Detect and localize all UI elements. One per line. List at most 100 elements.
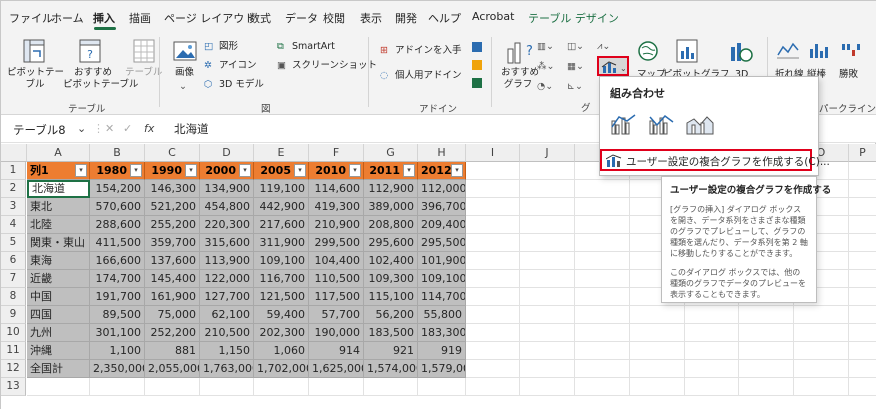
empty-cell[interactable] <box>466 252 520 270</box>
sparkline-winloss-label[interactable]: 勝敗 <box>839 69 858 81</box>
get-addins-label[interactable]: アドインを入手 <box>395 45 462 57</box>
empty-cell[interactable] <box>520 306 575 324</box>
table-cell[interactable]: 1,579,000 <box>418 360 466 378</box>
empty-cell[interactable] <box>575 306 630 324</box>
3d-models-icon[interactable]: ⬡ <box>204 79 212 91</box>
empty-cell[interactable] <box>739 360 794 378</box>
empty-cell[interactable] <box>520 270 575 288</box>
table-cell[interactable]: 109,300 <box>364 270 418 288</box>
column-header[interactable]: P <box>849 144 876 162</box>
empty-cell[interactable] <box>145 378 200 396</box>
empty-cell[interactable] <box>739 342 794 360</box>
empty-cell[interactable] <box>849 234 876 252</box>
table-cell[interactable]: 2,055,000 <box>145 360 200 378</box>
table-cell[interactable]: 217,600 <box>254 216 309 234</box>
menu-tab-12[interactable]: テーブル デザイン <box>528 10 619 26</box>
table-cell[interactable]: 299,500 <box>309 234 364 252</box>
column-header[interactable]: C <box>145 144 200 162</box>
table-cell[interactable]: 202,300 <box>254 324 309 342</box>
table-cell[interactable]: 521,200 <box>145 198 200 216</box>
empty-cell[interactable] <box>849 216 876 234</box>
empty-cell[interactable] <box>794 306 849 324</box>
empty-cell[interactable] <box>466 234 520 252</box>
empty-cell[interactable] <box>466 216 520 234</box>
empty-cell[interactable] <box>849 306 876 324</box>
table-cell[interactable]: 154,200 <box>90 180 145 198</box>
empty-cell[interactable] <box>309 378 364 396</box>
table-cell[interactable]: 62,100 <box>200 306 254 324</box>
table-cell[interactable]: 1,060 <box>254 342 309 360</box>
table-cell[interactable]: 114,700 <box>418 288 466 306</box>
table-cell[interactable]: 112,000 <box>418 180 466 198</box>
combo-chart-button[interactable]: ⌄ <box>597 56 629 76</box>
table-cell[interactable]: 255,200 <box>145 216 200 234</box>
empty-cell[interactable] <box>466 378 520 396</box>
table-cell[interactable]: 関東・東山 <box>27 234 90 252</box>
select-all-corner[interactable] <box>1 144 27 162</box>
clustered-column-line-secondary-icon[interactable] <box>648 113 676 135</box>
formula-input[interactable]: 北海道 <box>174 121 209 137</box>
table-header-cell[interactable]: 2000 ▾ <box>200 162 254 180</box>
empty-cell[interactable] <box>849 252 876 270</box>
empty-cell[interactable] <box>575 324 630 342</box>
empty-cell[interactable] <box>575 198 630 216</box>
screenshot-icon[interactable]: ▣ <box>277 60 286 72</box>
table-cell[interactable]: 75,000 <box>145 306 200 324</box>
waterfall-chart-icon[interactable]: ⊾⌄ <box>567 81 583 93</box>
filter-dropdown-icon[interactable]: ▾ <box>451 164 463 177</box>
table-cell[interactable]: 1,625,000 <box>309 360 364 378</box>
empty-cell[interactable] <box>685 378 739 396</box>
table-header-cell[interactable]: 2011 ▾ <box>364 162 418 180</box>
empty-cell[interactable] <box>520 378 575 396</box>
smartart-label[interactable]: SmartArt <box>292 41 335 53</box>
empty-cell[interactable] <box>520 198 575 216</box>
empty-cell[interactable] <box>466 360 520 378</box>
pivot-table-label[interactable]: ピボットテー ブル <box>7 67 64 91</box>
table-header-cell[interactable]: 2005 ▾ <box>254 162 309 180</box>
row-header[interactable]: 6 <box>1 252 26 270</box>
column-header[interactable]: D <box>200 144 254 162</box>
empty-cell[interactable] <box>466 288 520 306</box>
table-cell[interactable]: 411,500 <box>90 234 145 252</box>
empty-cell[interactable] <box>849 324 876 342</box>
function-icon[interactable]: fx <box>144 122 154 135</box>
table-cell[interactable]: 220,300 <box>200 216 254 234</box>
column-header[interactable]: G <box>364 144 418 162</box>
name-box[interactable]: テーブル8 <box>7 119 79 139</box>
column-header[interactable]: H <box>418 144 466 162</box>
table-cell[interactable]: 110,500 <box>309 270 364 288</box>
recommended-charts-label[interactable]: おすすめ グラフ <box>501 67 539 91</box>
table-cell[interactable]: 101,900 <box>418 252 466 270</box>
empty-cell[interactable] <box>739 306 794 324</box>
pie-chart-icon[interactable]: ◔⌄ <box>537 81 553 93</box>
row-header[interactable]: 11 <box>1 342 26 360</box>
table-cell[interactable]: 145,400 <box>145 270 200 288</box>
empty-cell[interactable] <box>520 252 575 270</box>
image-icon[interactable] <box>173 41 197 61</box>
table-cell[interactable]: 183,500 <box>364 324 418 342</box>
store-icon[interactable]: ⊞ <box>380 45 388 57</box>
table-cell[interactable]: 210,500 <box>200 324 254 342</box>
create-custom-combo-item[interactable]: ユーザー設定の複合グラフを作成する(C)... <box>600 149 830 171</box>
empty-cell[interactable] <box>849 162 876 180</box>
icons-icon[interactable]: ✲ <box>204 60 212 72</box>
empty-cell[interactable] <box>685 360 739 378</box>
pivot-chart-icon[interactable] <box>676 39 698 63</box>
menu-tab-9[interactable]: 開発 <box>395 10 417 26</box>
table-cell[interactable]: 127,700 <box>200 288 254 306</box>
empty-cell[interactable] <box>794 324 849 342</box>
table-cell[interactable]: 56,200 <box>364 306 418 324</box>
row-header[interactable]: 1 <box>1 162 26 180</box>
empty-cell[interactable] <box>466 270 520 288</box>
table-header-cell[interactable]: 1980 ▾ <box>90 162 145 180</box>
table-cell[interactable]: 東海 <box>27 252 90 270</box>
empty-cell[interactable] <box>466 162 520 180</box>
filter-dropdown-icon[interactable]: ▾ <box>349 164 361 177</box>
filter-dropdown-icon[interactable]: ▾ <box>403 164 415 177</box>
table-header-cell[interactable]: 列1 ▾ <box>27 162 90 180</box>
row-header[interactable]: 3 <box>1 198 26 216</box>
table-cell[interactable]: 396,700 <box>418 198 466 216</box>
row-header[interactable]: 9 <box>1 306 26 324</box>
table-cell[interactable]: 191,700 <box>90 288 145 306</box>
menu-tab-7[interactable]: 校閲 <box>323 10 345 26</box>
